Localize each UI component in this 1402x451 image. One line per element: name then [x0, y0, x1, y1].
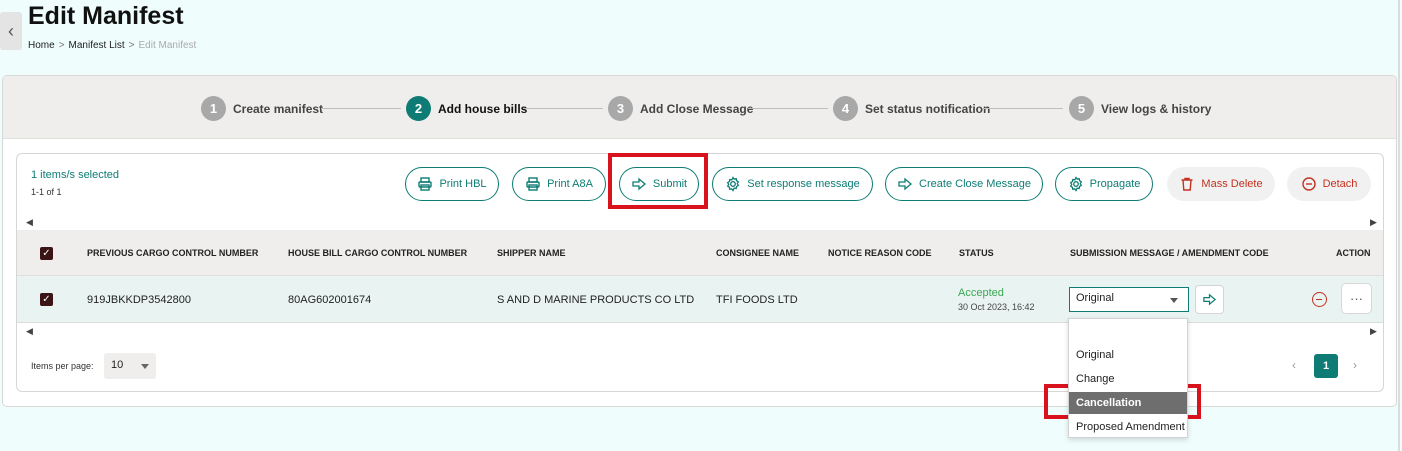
step-connector [748, 108, 828, 109]
dropdown-option-original[interactable]: Original [1069, 344, 1187, 366]
col-consignee-name[interactable]: CONSIGNEE NAME [716, 248, 799, 258]
back-button[interactable]: ‹ [0, 12, 22, 50]
detach-button[interactable]: Detach [1287, 167, 1371, 201]
breadcrumb-manifest-list[interactable]: Manifest List [69, 40, 125, 51]
print-a8a-button[interactable]: Print A8A [512, 167, 606, 201]
dropdown-option-change[interactable]: Change [1069, 368, 1187, 390]
step-connector [523, 108, 603, 109]
chevron-down-icon [141, 364, 149, 369]
scroll-right-icon[interactable]: ▶ [1370, 217, 1377, 228]
items-per-page-select[interactable]: 10 [104, 353, 156, 379]
table-row[interactable]: ✓ 919JBKKDP3542800 80AG602001674 S AND D… [17, 276, 1383, 323]
table-header: ✓ PREVIOUS CARGO CONTROL NUMBER HOUSE BI… [17, 230, 1383, 276]
arrow-right-icon [632, 177, 646, 191]
col-notice-reason-code[interactable]: NOTICE REASON CODE [828, 248, 932, 258]
propagate-button[interactable]: Propagate [1055, 167, 1153, 201]
scroll-left-icon[interactable]: ◀ [26, 326, 33, 337]
status-badge: Accepted [958, 287, 1004, 299]
step-add-close-message[interactable]: 3 Add Close Message [608, 96, 753, 121]
ellipsis-icon: ··· [1350, 291, 1363, 306]
apply-submission-button[interactable] [1195, 285, 1224, 314]
select-all-checkbox[interactable]: ✓ [40, 247, 53, 260]
dropdown-option-empty[interactable] [1069, 320, 1187, 342]
step-create-manifest[interactable]: 1 Create manifest [201, 96, 323, 121]
stepper: 1 Create manifest 2 Add house bills 3 Ad… [3, 76, 1396, 139]
col-house-bill-ccn[interactable]: HOUSE BILL CARGO CONTROL NUMBER [288, 248, 467, 258]
status-date: 30 Oct 2023, 16:42 [958, 302, 1035, 312]
dropdown-option-cancellation[interactable]: Cancellation [1069, 392, 1187, 414]
cell-consignee-name: TFI FOODS LTD [716, 294, 798, 306]
chevron-left-icon: ‹ [8, 20, 14, 41]
breadcrumb-current: Edit Manifest [138, 40, 197, 51]
breadcrumb: Home > Manifest List > Edit Manifest [28, 40, 196, 51]
submission-message-select[interactable]: Original [1069, 287, 1189, 312]
step-connector [321, 108, 401, 109]
page-1-button[interactable]: 1 [1314, 354, 1338, 378]
breadcrumb-separator: > [58, 40, 65, 51]
window-edge [1398, 0, 1400, 451]
step-add-house-bills[interactable]: 2 Add house bills [406, 96, 527, 121]
print-hbl-button[interactable]: Print HBL [405, 167, 499, 201]
col-action: ACTION [1336, 248, 1371, 258]
remove-row-icon[interactable] [1312, 292, 1327, 307]
scroll-left-icon[interactable]: ◀ [26, 217, 33, 228]
col-submission-message[interactable]: SUBMISSION MESSAGE / AMENDMENT CODE [1070, 248, 1269, 258]
dropdown-option-proposed-amendment[interactable]: Proposed Amendment [1069, 416, 1187, 438]
arrow-right-icon [1203, 293, 1217, 306]
col-shipper-name[interactable]: SHIPPER NAME [497, 248, 566, 258]
scroll-right-icon[interactable]: ▶ [1370, 326, 1377, 337]
items-per-page-label: Items per page: [31, 361, 94, 371]
minus-circle-icon [1301, 177, 1316, 191]
step-connector [983, 108, 1063, 109]
range-count: 1-1 of 1 [31, 187, 62, 197]
cell-house-bill-ccn: 80AG602001674 [288, 294, 372, 306]
step-view-logs-history[interactable]: 5 View logs & history [1069, 96, 1211, 121]
breadcrumb-home[interactable]: Home [28, 40, 55, 51]
cell-shipper-name: S AND D MARINE PRODUCTS CO LTD [497, 294, 695, 306]
row-checkbox[interactable]: ✓ [40, 293, 53, 306]
arrow-right-icon [898, 177, 913, 191]
printer-icon [526, 177, 540, 191]
step-set-status-notification[interactable]: 4 Set status notification [833, 96, 990, 121]
more-actions-button[interactable]: ··· [1341, 283, 1372, 314]
mass-delete-button[interactable]: Mass Delete [1167, 167, 1275, 201]
breadcrumb-separator: > [128, 40, 135, 51]
next-page-icon[interactable]: › [1353, 358, 1357, 372]
printer-icon [418, 177, 433, 191]
create-close-message-button[interactable]: Create Close Message [885, 167, 1043, 201]
selection-count: 1 items/s selected [31, 169, 120, 181]
cell-previous-ccn: 919JBKKDP3542800 [87, 294, 191, 306]
gear-icon [727, 176, 740, 192]
page-title: Edit Manifest [28, 2, 184, 30]
trash-icon [1181, 177, 1193, 191]
col-status[interactable]: STATUS [959, 248, 994, 258]
prev-page-icon[interactable]: ‹ [1292, 358, 1296, 372]
set-response-message-button[interactable]: Set response message [712, 167, 873, 201]
chevron-down-icon [1170, 298, 1178, 303]
gear-icon [1069, 176, 1082, 192]
submit-button[interactable]: Submit [619, 167, 699, 201]
col-previous-ccn[interactable]: PREVIOUS CARGO CONTROL NUMBER [87, 248, 258, 258]
submission-message-dropdown: Original Change Cancellation Proposed Am… [1068, 318, 1188, 438]
